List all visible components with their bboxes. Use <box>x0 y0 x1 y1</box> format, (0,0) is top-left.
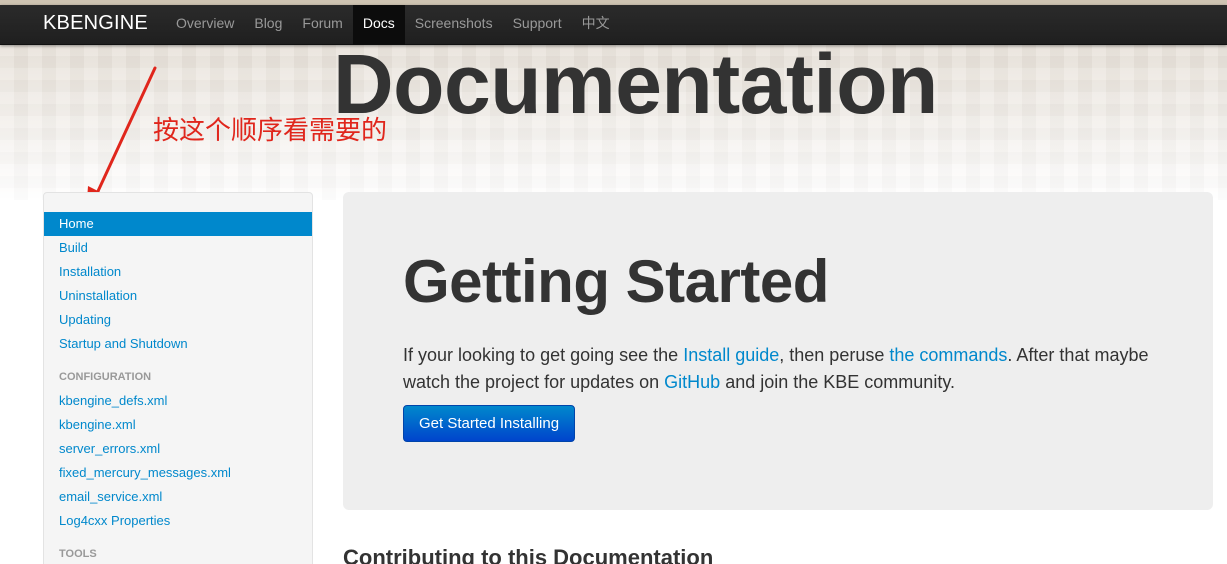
github-link[interactable]: GitHub <box>664 372 720 392</box>
sidebar-item-build[interactable]: Build <box>44 236 312 260</box>
lead-text-1: If your looking to get going see the <box>403 345 684 365</box>
getting-started-heading: Getting Started <box>403 248 829 315</box>
hero-unit: Getting Started If your looking to get g… <box>343 192 1213 510</box>
annotation-text: 按这个顺序看需要的 <box>153 116 388 146</box>
sidebar-item-server-errors[interactable]: server_errors.xml <box>44 437 312 461</box>
sidebar-item-startup-shutdown[interactable]: Startup and Shutdown <box>44 332 312 356</box>
lead-paragraph: If your looking to get going see the Ins… <box>403 342 1173 396</box>
page-title: Documentation <box>333 37 938 131</box>
sidebar-item-email-service[interactable]: email_service.xml <box>44 485 312 509</box>
get-started-installing-button[interactable]: Get Started Installing <box>403 405 576 442</box>
sidebar-item-log4cxx[interactable]: Log4cxx Properties <box>44 509 312 533</box>
brand-logo[interactable]: KBENGINE <box>43 5 148 45</box>
sidebar-header-configuration: CONFIGURATION <box>59 371 152 383</box>
sidebar-item-home[interactable]: Home <box>44 212 312 236</box>
sidebar-item-uninstallation[interactable]: Uninstallation <box>44 284 312 308</box>
sidebar-item-updating[interactable]: Updating <box>44 308 312 332</box>
nav-item-overview[interactable]: Overview <box>166 5 244 45</box>
contributing-heading: Contributing to this Documentation <box>343 545 714 564</box>
install-guide-link[interactable]: Install guide <box>683 345 779 365</box>
sidebar-item-kbengine-defs[interactable]: kbengine_defs.xml <box>44 389 312 413</box>
lead-text-4: and join the KBE community. <box>720 372 955 392</box>
sidebar-header-tools: TOOLS <box>59 548 97 560</box>
lead-text-2: , then peruse <box>779 345 890 365</box>
nav-item-blog[interactable]: Blog <box>244 5 292 45</box>
sidebar-item-kbengine-xml[interactable]: kbengine.xml <box>44 413 312 437</box>
sidebar-item-fixed-mercury-messages[interactable]: fixed_mercury_messages.xml <box>44 461 312 485</box>
sidebar-item-installation[interactable]: Installation <box>44 260 312 284</box>
commands-link[interactable]: the commands <box>889 345 1007 365</box>
docs-sidebar: Home Build Installation Uninstallation U… <box>43 192 313 564</box>
